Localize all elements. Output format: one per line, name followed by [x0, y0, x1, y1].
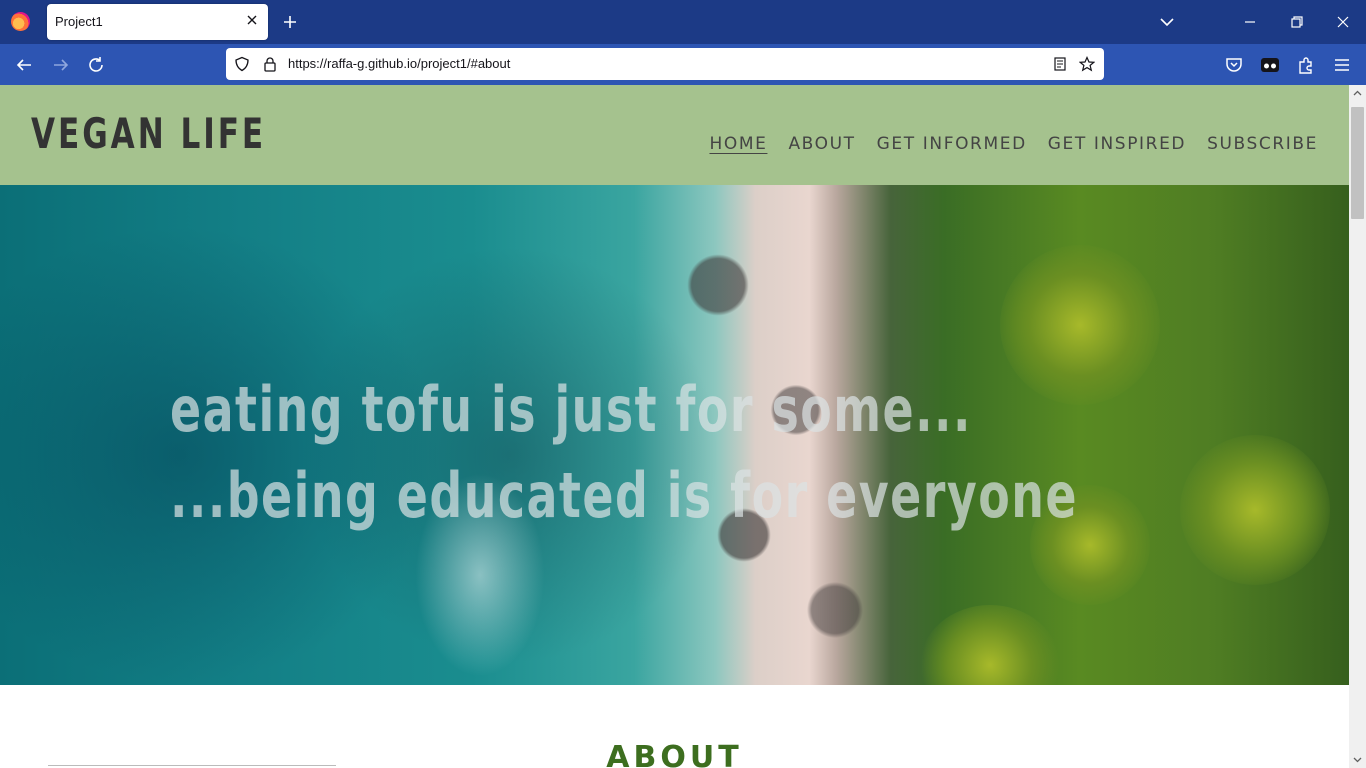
hero-headline-1: eating tofu is just for some... [170, 373, 972, 446]
tab-title: Project1 [55, 14, 103, 29]
site-header: VEGAN LIFE HOME ABOUT GET INFORMED GET I… [0, 85, 1349, 185]
hero-image-tree [1000, 245, 1160, 405]
pocket-icon[interactable] [1223, 54, 1245, 76]
url-text[interactable]: https://raffa-g.github.io/project1/#abou… [288, 56, 510, 71]
star-icon[interactable] [1079, 56, 1095, 72]
scroll-up-icon[interactable] [1353, 89, 1362, 98]
back-icon[interactable] [13, 54, 35, 76]
reader-view-icon[interactable] [1052, 56, 1068, 72]
lock-icon[interactable] [262, 56, 278, 72]
close-window-icon[interactable] [1333, 12, 1353, 32]
hero-section: eating tofu is just for some... ...being… [0, 185, 1349, 685]
browser-tab[interactable]: Project1 [47, 4, 268, 40]
site-logo[interactable]: VEGAN LIFE [31, 109, 266, 158]
nav-link-get-inspired[interactable]: GET INSPIRED [1048, 134, 1186, 154]
hero-image-tree [1180, 435, 1330, 585]
nav-link-home[interactable]: HOME [709, 134, 767, 154]
firefox-logo-icon[interactable] [11, 12, 30, 31]
close-icon[interactable] [244, 12, 260, 28]
scrollbar-thumb[interactable] [1351, 107, 1364, 219]
hero-headline-2: ...being educated is for everyone [170, 459, 1079, 532]
scroll-down-icon[interactable] [1353, 755, 1362, 764]
extensions-icon[interactable] [1295, 54, 1317, 76]
reload-icon[interactable] [85, 54, 107, 76]
nav-link-subscribe[interactable]: SUBSCRIBE [1207, 134, 1318, 154]
about-heading: ABOUT [606, 740, 743, 768]
restore-icon[interactable] [1287, 12, 1307, 32]
mask-icon[interactable] [1259, 54, 1281, 76]
menu-icon[interactable] [1331, 54, 1353, 76]
page-viewport: VEGAN LIFE HOME ABOUT GET INFORMED GET I… [0, 85, 1349, 768]
plus-icon[interactable] [280, 12, 300, 32]
shield-icon[interactable] [234, 56, 250, 72]
hero-image-tree [920, 605, 1060, 685]
main-nav: HOME ABOUT GET INFORMED GET INSPIRED SUB… [709, 134, 1318, 154]
chevron-down-icon[interactable] [1157, 12, 1177, 32]
page-scrollbar[interactable] [1349, 85, 1366, 768]
browser-nav-bar: https://raffa-g.github.io/project1/#abou… [0, 44, 1366, 85]
nav-link-about[interactable]: ABOUT [788, 134, 855, 154]
browser-tab-bar: Project1 [0, 0, 1366, 44]
nav-link-get-informed[interactable]: GET INFORMED [877, 134, 1027, 154]
url-bar[interactable]: https://raffa-g.github.io/project1/#abou… [226, 48, 1104, 80]
minimize-icon[interactable] [1240, 12, 1260, 32]
forward-icon[interactable] [50, 54, 72, 76]
